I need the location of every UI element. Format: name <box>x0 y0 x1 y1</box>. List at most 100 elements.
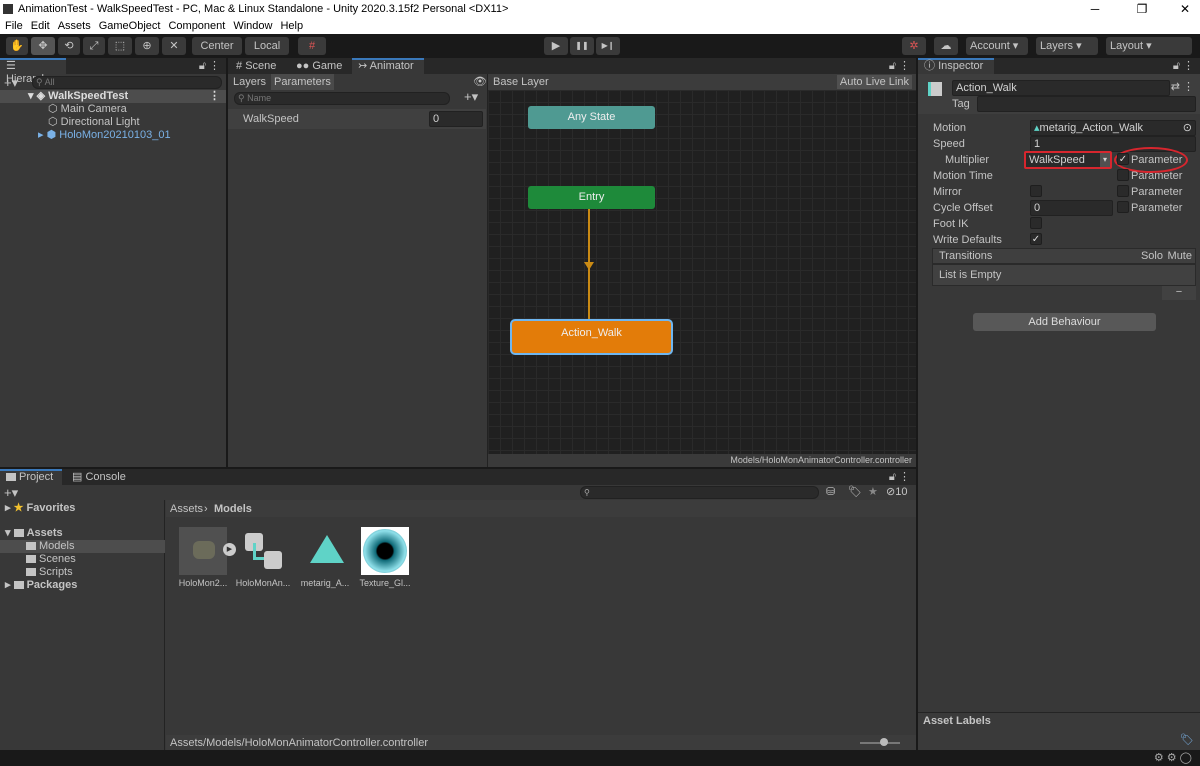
parameter-value-input[interactable]: 0 <box>429 111 483 127</box>
folder-scripts[interactable]: Scripts <box>26 566 73 579</box>
grid-snap-icon[interactable]: # <box>298 37 326 55</box>
mirror-checkbox[interactable] <box>1030 185 1042 197</box>
menu-window[interactable]: Window <box>233 18 272 34</box>
tab-project[interactable]: Project <box>0 469 62 485</box>
animation-clip-icon[interactable] <box>310 535 344 563</box>
hierarchy-search-input[interactable]: ⚲ All <box>32 76 222 89</box>
cycle-offset-parameter-checkbox[interactable] <box>1117 201 1129 213</box>
layer-breadcrumb[interactable]: Base Layer <box>493 76 549 88</box>
eye-icon[interactable]: 👁︎ <box>473 75 487 88</box>
write-defaults-checkbox[interactable]: ✓ <box>1030 233 1042 245</box>
step-button[interactable]: ▶❙ <box>596 37 620 55</box>
tab-animator[interactable]: ↣ Animator <box>352 58 424 74</box>
menu-help[interactable]: Help <box>280 18 303 34</box>
lock-icon[interactable]: 🔓︎ ⋮ <box>889 59 910 73</box>
scene-name: WalkSpeedTest <box>48 90 129 102</box>
scene-row[interactable]: ▾ ◈ WalkSpeedTest ⋮ <box>0 90 226 103</box>
tab-game[interactable]: ●● Game <box>290 58 348 74</box>
object-picker-icon[interactable]: ⊙ <box>1183 121 1192 135</box>
tab-scene[interactable]: # Scene <box>230 58 282 74</box>
menu-gameobject[interactable]: GameObject <box>99 18 161 34</box>
model-thumbnail[interactable]: ▶ <box>179 527 236 575</box>
hidden-packages-icon[interactable]: ⊘10 <box>886 485 907 498</box>
tab-layers[interactable]: Layers <box>233 76 266 88</box>
asset-label[interactable]: Texture_Gl... <box>355 578 415 588</box>
create-button[interactable]: +▾ <box>4 75 18 91</box>
remove-transition-button[interactable]: − <box>1162 286 1196 300</box>
multiplier-dropdown[interactable]: WalkSpeed ▾ <box>1024 151 1112 169</box>
pause-button[interactable]: ❚❚ <box>570 37 594 55</box>
pivot-center-button[interactable]: Center <box>192 37 242 55</box>
pivot-local-button[interactable]: Local <box>245 37 289 55</box>
breadcrumb-assets[interactable]: Assets <box>170 503 203 515</box>
collab-icon[interactable]: ✲ <box>902 37 926 55</box>
hierarchy-item[interactable]: ⬡ Directional Light <box>48 116 140 129</box>
account-dropdown[interactable]: Account ▾ <box>966 37 1028 55</box>
custom-tool-button[interactable]: ✕ <box>162 37 186 55</box>
entry-node[interactable]: Entry <box>528 186 655 209</box>
cycle-offset-input[interactable]: 0 <box>1030 200 1113 216</box>
multiplier-parameter-checkbox[interactable]: ✓ <box>1117 153 1129 165</box>
transform-tool-button[interactable]: ⊕ <box>135 37 159 55</box>
close-button[interactable]: ✕ <box>1170 0 1200 18</box>
cloud-icon[interactable]: ☁ <box>934 37 958 55</box>
settings-icon[interactable]: ⇄ ⋮ <box>1171 80 1194 93</box>
parameter-search-input[interactable]: ⚲ Name <box>234 92 450 105</box>
layers-dropdown[interactable]: Layers ▾ <box>1036 37 1098 55</box>
layout-dropdown[interactable]: Layout ▾ <box>1106 37 1192 55</box>
filter-label-icon[interactable]: 🏷︎ <box>848 485 862 498</box>
rect-tool-button[interactable]: ⬚ <box>108 37 132 55</box>
packages-item[interactable]: ▸ Packages <box>5 579 77 592</box>
tab-hierarchy[interactable]: ☰ Hierarchy <box>0 58 66 85</box>
state-machine-graph[interactable]: Any State Entry Action_Walk <box>488 90 916 454</box>
create-button[interactable]: +▾ <box>4 485 18 501</box>
motion-field[interactable]: ▴metarig_Action_Walk ⊙ <box>1030 120 1196 136</box>
tab-console[interactable]: ▤ Console <box>66 469 132 485</box>
motion-time-parameter-checkbox[interactable] <box>1117 169 1129 181</box>
any-state-node[interactable]: Any State <box>528 106 655 129</box>
rotate-tool-button[interactable]: ⟲ <box>58 37 80 55</box>
foot-ik-checkbox[interactable] <box>1030 217 1042 229</box>
tag-input[interactable] <box>977 96 1196 112</box>
filter-type-icon[interactable]: ⛁ <box>826 485 835 498</box>
menu-component[interactable]: Component <box>168 18 225 34</box>
minimize-button[interactable]: ─ <box>1080 0 1110 18</box>
scale-tool-button[interactable]: ⤢ <box>83 37 105 55</box>
maximize-button[interactable]: ❐ <box>1127 0 1157 18</box>
add-behaviour-button[interactable]: Add Behaviour <box>973 313 1156 331</box>
assets-item[interactable]: ▾ Assets <box>5 527 63 540</box>
menu-assets[interactable]: Assets <box>58 18 91 34</box>
favorite-star-icon[interactable]: ★ <box>868 485 878 498</box>
add-parameter-button[interactable]: +▾ <box>464 89 478 105</box>
asset-label[interactable]: HoloMonAn... <box>233 578 293 588</box>
tab-inspector[interactable]: ⓘ Inspector <box>918 58 994 74</box>
hierarchy-item[interactable]: ▸ ⬢ HoloMon20210103_01 <box>38 129 171 142</box>
lock-icon[interactable]: 🔓︎ ⋮ <box>889 470 910 484</box>
label-tag-icon[interactable]: 🏷︎ <box>1180 733 1194 746</box>
menu-file[interactable]: File <box>5 18 23 34</box>
window-title: AnimationTest - WalkSpeedTest - PC, Mac … <box>18 3 509 15</box>
play-button[interactable]: ▶ <box>544 37 568 55</box>
hand-tool-button[interactable]: ✋ <box>6 37 28 55</box>
status-icons[interactable]: ⚙ ⚙ ◯ <box>1154 751 1192 764</box>
lock-icon[interactable]: 🔓︎ ⋮ <box>199 59 220 73</box>
auto-live-link-button[interactable]: Auto Live Link <box>836 75 912 89</box>
asset-label[interactable]: HoloMon2... <box>173 578 233 588</box>
asset-label[interactable]: metarig_A... <box>295 578 355 588</box>
favorites-item[interactable]: ▸ ★ Favorites <box>5 502 75 515</box>
action-walk-node[interactable]: Action_Walk <box>512 321 671 353</box>
lock-icon[interactable]: 🔓︎ ⋮ <box>1173 59 1194 73</box>
slider-handle[interactable] <box>880 738 888 746</box>
tab-parameters[interactable]: Parameters <box>271 74 334 90</box>
mirror-parameter-checkbox[interactable] <box>1117 185 1129 197</box>
project-search-input[interactable]: ⚲ <box>580 486 819 499</box>
state-name-input[interactable]: Action_Walk <box>952 80 1170 96</box>
move-tool-button[interactable]: ✥ <box>31 37 55 55</box>
folder-scenes[interactable]: Scenes <box>26 553 76 566</box>
folder-models[interactable]: Models <box>0 540 165 553</box>
breadcrumb-models[interactable]: Models <box>214 503 252 515</box>
hierarchy-item[interactable]: ⬡ Main Camera <box>48 103 127 116</box>
menu-edit[interactable]: Edit <box>31 18 50 34</box>
parameter-row[interactable]: WalkSpeed 0 <box>228 109 486 129</box>
texture-thumbnail[interactable] <box>361 527 409 575</box>
